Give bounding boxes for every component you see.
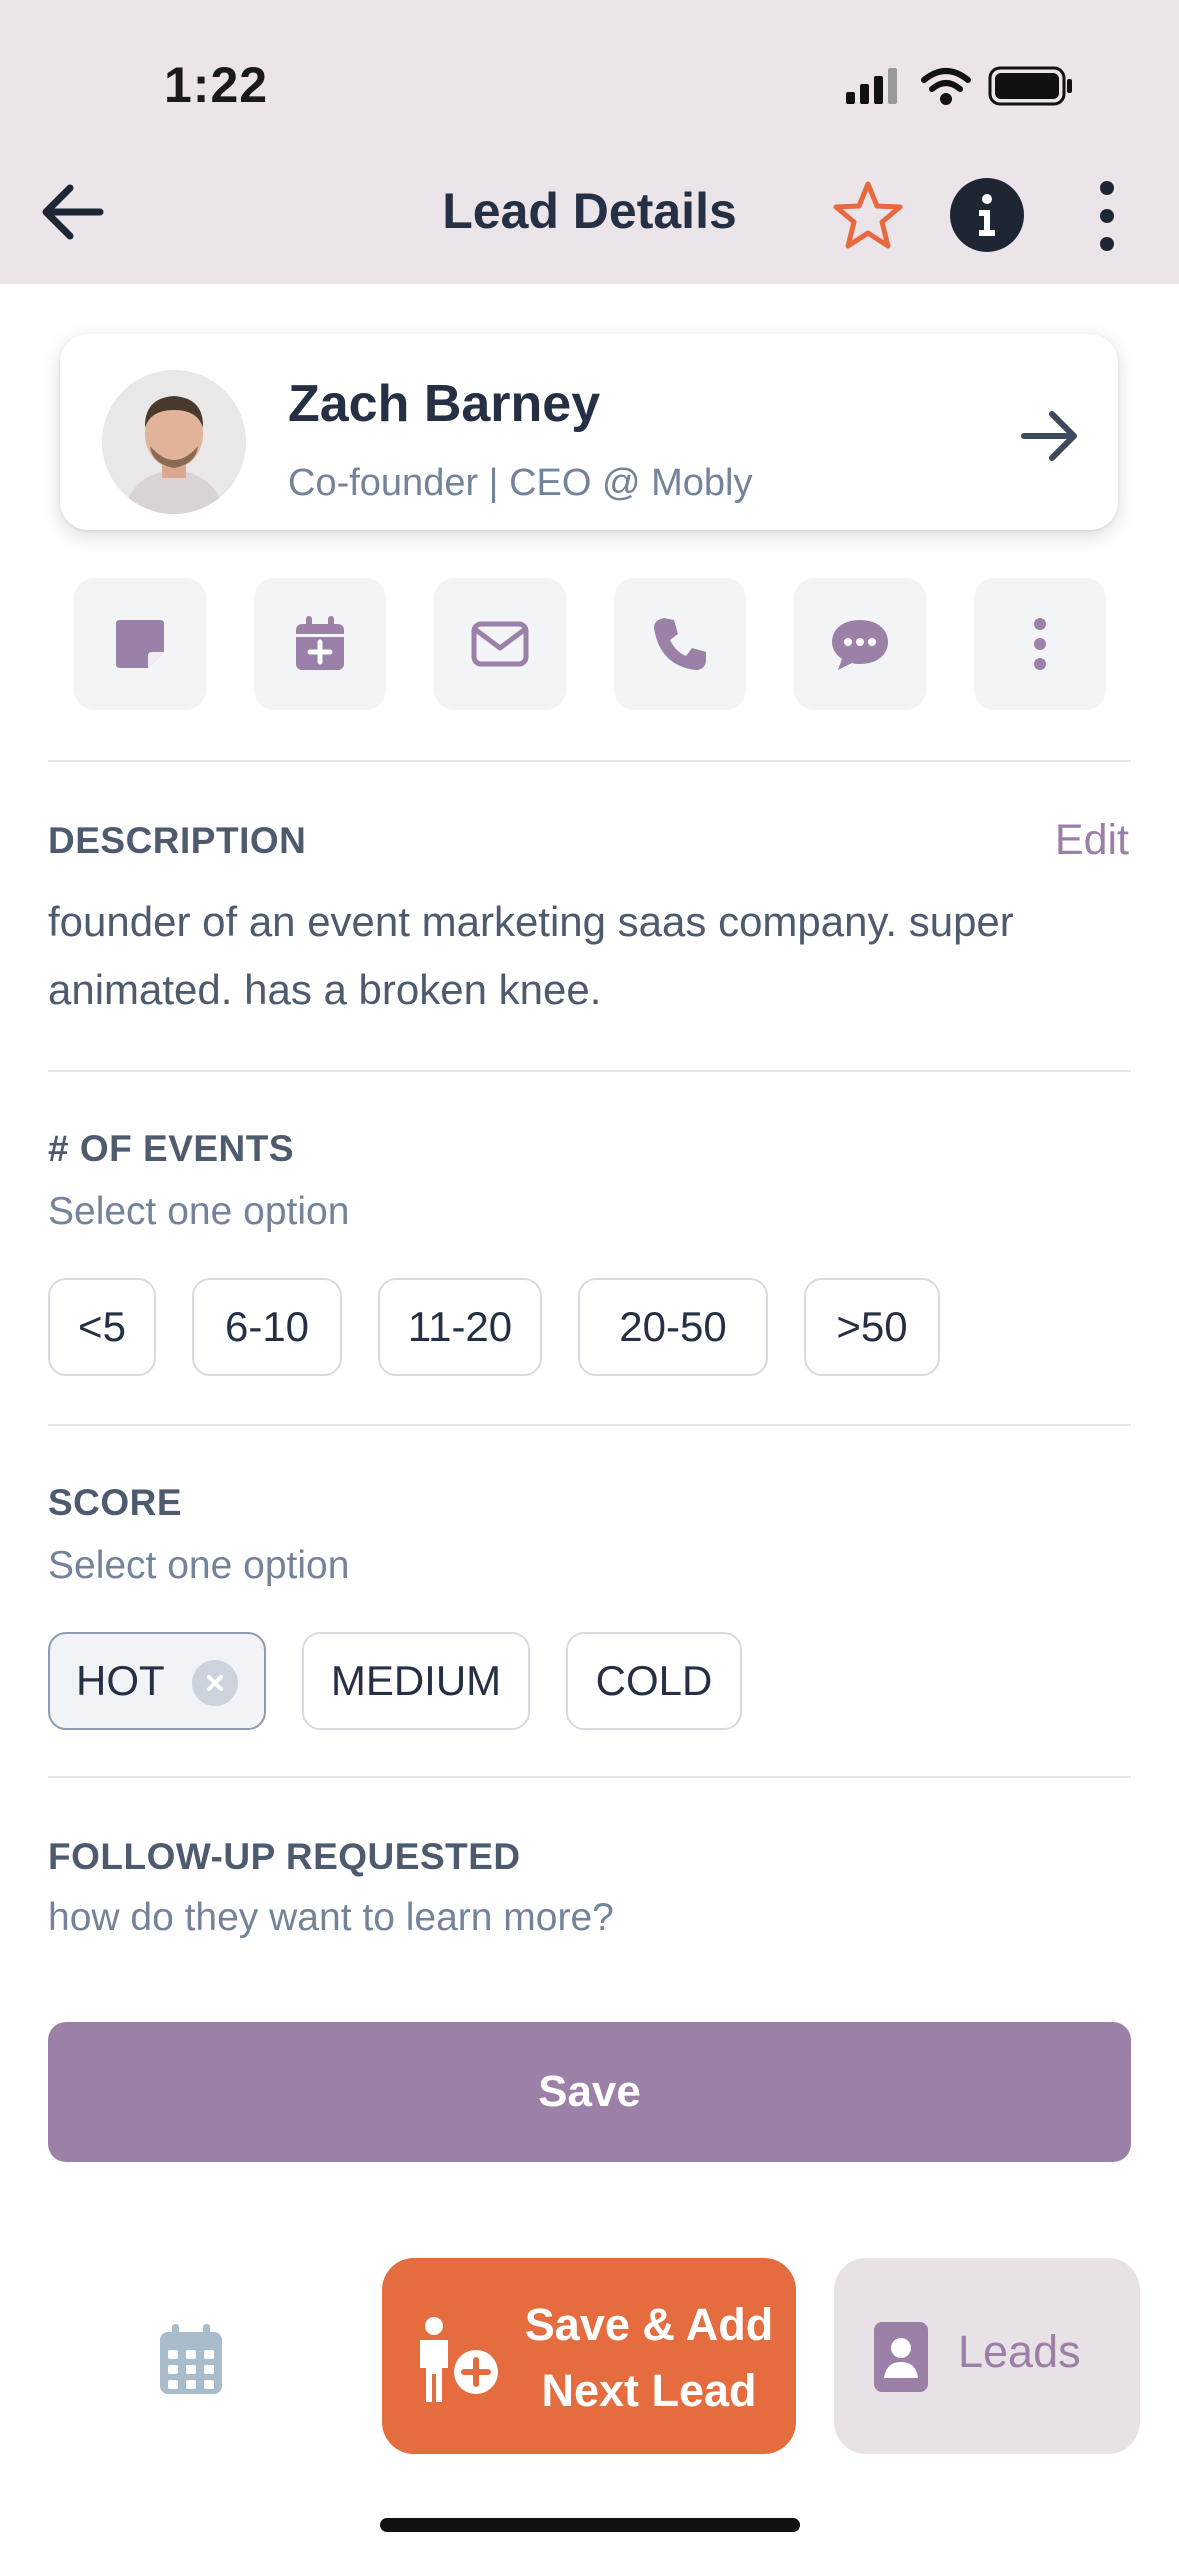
call-button[interactable] xyxy=(614,578,746,710)
leads-nav-button[interactable]: Leads xyxy=(834,2258,1140,2454)
follow-up-input[interactable]: how do they want to learn more? xyxy=(48,1896,614,1940)
note-button[interactable] xyxy=(74,578,206,710)
score-option-label: HOT xyxy=(76,1657,165,1704)
score-option[interactable]: MEDIUM xyxy=(302,1632,530,1730)
save-add-label-line1: Save & Add xyxy=(524,2299,774,2350)
follow-up-title: FOLLOW-UP REQUESTED xyxy=(48,1836,521,1877)
events-subtitle: Select one option xyxy=(48,1190,350,1233)
events-option[interactable]: 11-20 xyxy=(378,1278,542,1376)
note-icon xyxy=(116,620,164,668)
events-option[interactable]: >50 xyxy=(804,1278,940,1376)
divider xyxy=(48,1070,1131,1072)
events-title: # OF EVENTS xyxy=(48,1128,295,1169)
more-options-icon[interactable] xyxy=(1085,178,1129,254)
description-title: DESCRIPTION xyxy=(48,820,307,861)
save-button[interactable]: Save xyxy=(48,2022,1131,2162)
phone-icon xyxy=(654,618,706,670)
avatar xyxy=(102,370,246,514)
contact-card[interactable]: Zach Barney Co-founder | CEO @ Mobly xyxy=(60,334,1118,530)
battery-icon xyxy=(988,66,1072,106)
message-button[interactable] xyxy=(794,578,926,710)
events-option[interactable]: <5 xyxy=(48,1278,156,1376)
email-button[interactable] xyxy=(434,578,566,710)
more-actions-button[interactable] xyxy=(974,578,1106,710)
divider xyxy=(48,1776,1131,1778)
status-icons xyxy=(846,66,1072,106)
contact-subtitle: Co-founder | CEO @ Mobly xyxy=(288,462,753,504)
add-person-icon xyxy=(420,2317,498,2402)
description-text: founder of an event marketing saas compa… xyxy=(48,898,1014,1013)
add-event-button[interactable] xyxy=(254,578,386,710)
leads-label: Leads xyxy=(958,2326,1081,2377)
calendar-icon[interactable] xyxy=(156,2322,226,2398)
edit-description-link[interactable]: Edit xyxy=(1055,816,1129,865)
divider xyxy=(48,760,1131,762)
events-option[interactable]: 6-10 xyxy=(192,1278,342,1376)
signal-icon xyxy=(846,68,897,104)
clear-icon[interactable] xyxy=(192,1660,238,1706)
chat-icon xyxy=(832,620,888,670)
home-indicator xyxy=(380,2518,800,2532)
score-option[interactable]: COLD xyxy=(566,1632,742,1730)
status-time: 1:22 xyxy=(164,57,269,113)
mail-icon xyxy=(471,621,529,667)
arrow-right-icon[interactable] xyxy=(1018,408,1082,464)
more-icon xyxy=(1034,618,1046,670)
quick-actions xyxy=(74,578,1106,710)
star-icon[interactable] xyxy=(830,178,906,254)
save-and-add-next-lead-button[interactable]: Save & Add Next Lead xyxy=(382,2258,796,2454)
events-option[interactable]: 20-50 xyxy=(578,1278,768,1376)
score-subtitle: Select one option xyxy=(48,1544,350,1587)
calendar-add-icon xyxy=(296,616,344,670)
contact-badge-icon xyxy=(874,2322,928,2392)
divider xyxy=(48,1424,1131,1426)
wifi-icon xyxy=(921,68,971,105)
save-add-label-line2: Next Lead xyxy=(541,2365,757,2416)
top-bar: 1:22 Lead Details xyxy=(0,0,1179,284)
info-icon[interactable] xyxy=(950,178,1024,252)
score-option-selected[interactable]: HOT xyxy=(48,1632,266,1730)
score-title: SCORE xyxy=(48,1482,183,1523)
contact-name: Zach Barney xyxy=(288,375,601,433)
